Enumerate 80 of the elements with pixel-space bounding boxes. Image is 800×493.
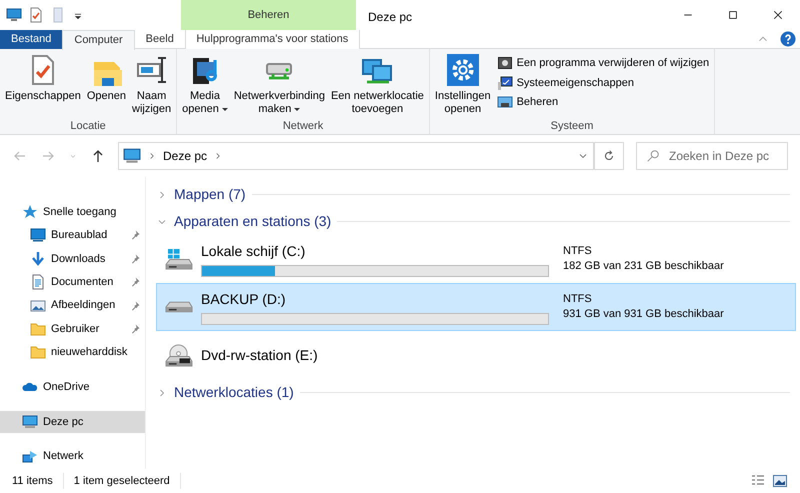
pin-icon (129, 252, 141, 265)
nav-item[interactable]: Snelle toegang (0, 201, 145, 223)
nav-item[interactable]: Afbeeldingen (0, 294, 145, 316)
drive-name: BACKUP (D:) (201, 290, 287, 309)
desktop-icon (30, 227, 46, 244)
free-space: 182 GB van 231 GB beschikbaar (563, 259, 724, 274)
nav-item[interactable]: Netwerk (0, 446, 145, 468)
uninstall-icon (496, 55, 513, 72)
nav-item[interactable]: Deze pc (0, 410, 145, 433)
ribbon-button[interactable]: Systeemeigenschappen (494, 74, 712, 92)
address-bar[interactable]: Deze pc (118, 142, 594, 170)
properties-icon[interactable] (28, 7, 44, 23)
pin-icon (129, 322, 141, 335)
breadcrumb-item[interactable]: Deze pc (163, 147, 208, 165)
free-space: 931 GB van 931 GB beschikbaar (563, 307, 724, 322)
pin-icon (129, 229, 141, 242)
group-label: Locatie (69, 119, 107, 134)
nav-item[interactable]: Downloads (0, 248, 145, 270)
drive-name: Dvd-rw-station (E:) (201, 346, 319, 365)
section-header[interactable]: Netwerklocaties (1) (174, 382, 294, 403)
window-title: Deze pc (367, 9, 412, 26)
status-text: 11 items (12, 472, 64, 490)
maximize-icon[interactable] (726, 9, 738, 21)
ribbon-tab[interactable]: Computer (62, 30, 135, 50)
network-icon (22, 448, 38, 464)
group-label: Netwerk (282, 119, 324, 134)
close-icon[interactable] (772, 9, 784, 21)
computer-icon (22, 414, 38, 430)
settings-icon (446, 54, 479, 86)
ribbon-button[interactable]: Instellingen openen (432, 52, 493, 118)
ribbon-button[interactable]: Openen (84, 52, 128, 118)
download-icon (30, 250, 46, 267)
section-header[interactable]: Apparaten en stations (3) (174, 211, 332, 232)
drive-name: Lokale schijf (C:) (201, 242, 306, 261)
ribbon-button[interactable]: Media openen (180, 52, 230, 118)
nav-item[interactable]: OneDrive (0, 376, 145, 398)
ribbon-tab[interactable]: Hulpprogramma's voor stations (184, 30, 360, 49)
nav-item[interactable]: Documenten (0, 271, 145, 294)
nav-item[interactable]: Gebruiker (0, 318, 145, 340)
file-system: NTFS (563, 244, 593, 259)
ribbon-tab[interactable]: Bestand (0, 30, 62, 49)
pin-icon (129, 300, 141, 312)
drive-item[interactable]: Lokale schijf (C:) NTFS 182 GB van 231 GB beschikbaar (156, 235, 796, 283)
nav-item[interactable]: nieuweharddisk (0, 341, 145, 364)
status-text: 1 item geselecteerd (74, 472, 181, 490)
ribbon-button[interactable]: Beheren (494, 93, 712, 112)
folder-icon (30, 320, 46, 337)
search-field[interactable]: Zoeken in Deze pc (636, 142, 788, 170)
star-icon (22, 204, 38, 220)
manage-icon (496, 94, 513, 110)
file-system: NTFS (563, 292, 593, 307)
ribbon-button[interactable]: Een netwerklocatie toevoegen (328, 52, 426, 118)
pin-icon (129, 276, 141, 288)
large-icons-view-icon[interactable] (772, 473, 788, 489)
drive-item[interactable]: Dvd-rw-station (E:) (156, 331, 796, 379)
system-drive-icon (165, 248, 193, 270)
ribbon-button[interactable]: Netwerkverbinding maken (232, 52, 327, 118)
ribbon-tab[interactable]: Beeld (134, 30, 185, 49)
computer-icon (123, 147, 141, 165)
caret-icon (222, 108, 228, 111)
drive-item[interactable]: BACKUP (D:) NTFS 931 GB van 931 GB beschikbaar (156, 283, 796, 331)
ribbon-button[interactable]: Naam wijzigen (130, 52, 174, 118)
help-icon[interactable] (780, 31, 796, 47)
context-tab-header: Beheren (181, 0, 356, 30)
system-properties-icon (496, 74, 513, 91)
rename-icon (136, 54, 168, 86)
document-icon (30, 274, 46, 290)
refresh-icon[interactable] (602, 149, 616, 163)
section-header[interactable]: Mappen (7) (174, 184, 246, 205)
ribbon-button[interactable]: Een programma verwijderen of wijzigen (494, 54, 712, 72)
hard-drive-icon (165, 301, 193, 313)
ribbon-button[interactable]: Eigenschappen (3, 52, 83, 118)
computer-icon[interactable] (6, 7, 22, 23)
folder-icon (30, 344, 46, 360)
caret-icon (294, 108, 300, 111)
pictures-icon (30, 298, 46, 314)
group-label: Systeem (550, 119, 594, 134)
nav-item[interactable]: Bureaublad (0, 224, 145, 246)
dvd-drive-icon (165, 344, 193, 366)
search-icon (646, 149, 660, 163)
